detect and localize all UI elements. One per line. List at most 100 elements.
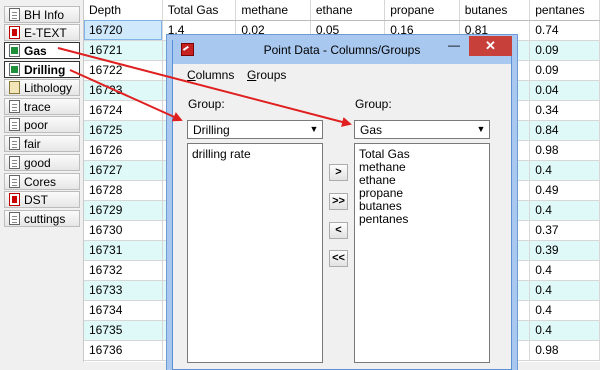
table-cell[interactable]: 0.09 [529, 60, 600, 81]
depth-cell[interactable]: 16733 [84, 280, 163, 301]
table-cell[interactable]: 0.4 [529, 200, 600, 221]
sidebar-item-label: poor [24, 117, 49, 132]
sidebar-item-label: cuttings [24, 211, 66, 226]
table-cell[interactable]: 0.49 [529, 180, 600, 201]
table-cell[interactable]: 0.4 [529, 300, 600, 321]
sidebar-item-label: BH Info [24, 7, 65, 22]
sidebar-item-good[interactable]: good [4, 154, 80, 171]
column-header[interactable]: methane [235, 0, 311, 21]
table-cell[interactable]: 0.34 [529, 100, 600, 121]
table-cell[interactable]: 0.98 [529, 340, 600, 361]
document-icon [9, 212, 20, 225]
red-document-icon [9, 26, 20, 39]
green-track-icon [9, 63, 20, 76]
sidebar-item-cores[interactable]: Cores [4, 173, 80, 190]
sidebar-item-label: E-TEXT [24, 25, 67, 40]
green-track-icon [9, 44, 20, 57]
depth-cell[interactable]: 16731 [84, 240, 163, 261]
left-group-label: Group: [188, 97, 225, 111]
list-item[interactable]: drilling rate [188, 148, 322, 161]
move-all-right-button[interactable]: >> [329, 193, 348, 210]
depth-cell[interactable]: 16726 [84, 140, 163, 161]
chevron-down-icon: ▼ [476, 124, 486, 134]
table-cell[interactable]: 0.37 [529, 220, 600, 241]
depth-cell[interactable]: 16722 [84, 60, 163, 81]
sidebar-item-lithology[interactable]: Lithology [4, 79, 80, 96]
depth-cell[interactable]: 16734 [84, 300, 163, 321]
left-group-value: Drilling [193, 123, 230, 137]
sidebar-item-label: Gas [24, 43, 47, 58]
table-cell[interactable]: 0.4 [529, 160, 600, 181]
sidebar-item-cuttings[interactable]: cuttings [4, 210, 80, 227]
depth-cell[interactable]: 16725 [84, 120, 163, 141]
sidebar-item-dst[interactable]: DST [4, 191, 80, 208]
menu-groups-rest: roups [256, 68, 287, 82]
right-column-list[interactable]: Total Gas methane ethane propane butanes pent… [354, 143, 490, 363]
left-column-list[interactable]: drilling rate [187, 143, 323, 363]
sidebar-item-trace[interactable]: trace [4, 98, 80, 115]
sidebar: BH Info E-TEXT Gas Drilling Lithology trace po… [0, 0, 84, 362]
document-icon [9, 118, 20, 131]
menu-columns[interactable]: Columns [187, 68, 234, 82]
dialog-titlebar[interactable]: Point Data - Columns/Groups — ✕ [173, 36, 512, 64]
sidebar-item-label: fair [24, 136, 41, 151]
depth-cell[interactable]: 16735 [84, 320, 163, 341]
table-cell[interactable]: 0.09 [529, 40, 600, 61]
right-group-label: Group: [355, 97, 392, 111]
left-group-select[interactable]: Drilling ▼ [187, 120, 323, 139]
table-cell[interactable]: 0.4 [529, 320, 600, 341]
depth-cell[interactable]: 16729 [84, 200, 163, 221]
table-cell[interactable]: 0.39 [529, 240, 600, 261]
sidebar-item-label: Cores [24, 174, 57, 189]
move-all-left-button[interactable]: << [329, 250, 348, 267]
table-cell[interactable]: 0.4 [529, 280, 600, 301]
sidebar-item-label: Drilling [24, 62, 66, 77]
column-header[interactable]: Total Gas [162, 0, 237, 21]
menu-columns-accel: C [187, 68, 196, 82]
column-header[interactable]: ethane [310, 0, 386, 21]
move-left-button[interactable]: < [329, 222, 348, 239]
table-cell[interactable]: 0.4 [529, 260, 600, 281]
list-item[interactable]: pentanes [355, 213, 489, 226]
menu-columns-rest: olumns [195, 68, 235, 82]
depth-cell[interactable]: 16720 [84, 20, 163, 41]
table-header-row: Depth Total Gas methane ethane propane butane… [84, 0, 600, 21]
table-cell[interactable]: 0.84 [529, 120, 600, 141]
depth-cell[interactable]: 16721 [84, 40, 163, 61]
depth-cell[interactable]: 16732 [84, 260, 163, 281]
sidebar-item-poor[interactable]: poor [4, 116, 80, 133]
sidebar-item-e-text[interactable]: E-TEXT [4, 24, 80, 41]
table-cell[interactable]: 0.74 [529, 20, 600, 41]
sidebar-item-drilling[interactable]: Drilling [4, 61, 80, 78]
sidebar-item-fair[interactable]: fair [4, 135, 80, 152]
sidebar-item-label: good [24, 155, 51, 170]
depth-cell[interactable]: 16723 [84, 80, 163, 101]
table-cell[interactable]: 0.98 [529, 140, 600, 161]
right-group-value: Gas [360, 123, 383, 137]
sidebar-item-bh-info[interactable]: BH Info [4, 6, 80, 23]
depth-cell[interactable]: 16724 [84, 100, 163, 121]
depth-cell[interactable]: 16736 [84, 340, 163, 361]
point-data-dialog: Point Data - Columns/Groups — ✕ Columns … [172, 36, 512, 370]
depth-cell[interactable]: 16730 [84, 220, 163, 241]
chevron-down-icon: ▼ [309, 124, 319, 134]
document-icon [9, 100, 20, 113]
menu-groups-accel: G [247, 68, 257, 82]
document-icon [9, 156, 20, 169]
sidebar-item-gas[interactable]: Gas [4, 42, 80, 59]
dialog-menubar: Columns Groups [173, 65, 511, 85]
column-header[interactable]: propane [384, 0, 460, 21]
right-group-select[interactable]: Gas ▼ [354, 120, 490, 139]
column-header[interactable]: Depth [84, 0, 163, 21]
column-header[interactable]: pentanes [529, 0, 600, 21]
close-button[interactable]: ✕ [469, 36, 512, 56]
menu-groups[interactable]: Groups [247, 68, 286, 82]
depth-cell[interactable]: 16727 [84, 160, 163, 181]
column-header[interactable]: butanes [459, 0, 531, 21]
table-cell[interactable]: 0.04 [529, 80, 600, 101]
document-icon [9, 8, 20, 21]
depth-cell[interactable]: 16728 [84, 180, 163, 201]
move-right-button[interactable]: > [329, 164, 348, 181]
document-icon [9, 137, 20, 150]
minimize-button[interactable]: — [441, 38, 467, 56]
